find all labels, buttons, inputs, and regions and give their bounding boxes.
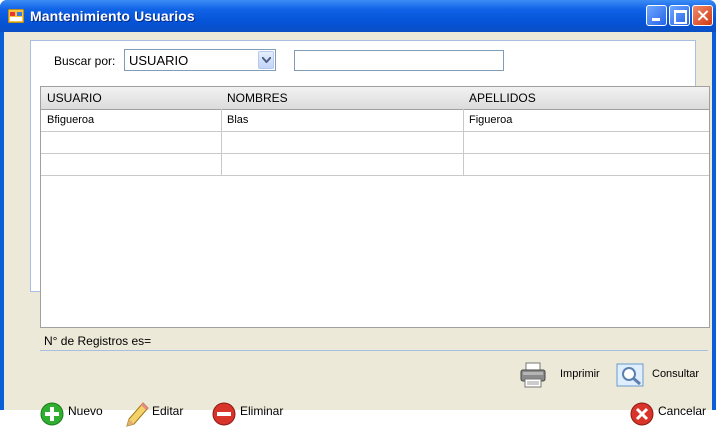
search-by-label: Buscar por: <box>54 54 116 68</box>
remove-icon[interactable] <box>212 402 236 426</box>
column-divider <box>221 109 222 176</box>
table-header: USUARIO NOMBRES APELLIDOS <box>41 87 709 110</box>
column-divider <box>463 109 464 176</box>
column-header-nombres[interactable]: NOMBRES <box>227 91 288 105</box>
title-bar[interactable]: Mantenimiento Usuarios <box>0 0 716 32</box>
minimize-icon[interactable] <box>646 5 667 26</box>
search-field-combo[interactable]: USUARIO <box>124 49 276 71</box>
close-icon[interactable] <box>692 5 713 26</box>
cell-apellidos: Figueroa <box>469 114 513 126</box>
print-button[interactable]: Imprimir <box>560 368 600 380</box>
record-count-label: N° de Registros es= <box>44 334 152 348</box>
table-row[interactable]: Bfigueroa Blas Figueroa <box>41 110 709 132</box>
cell-nombres: Blas <box>227 114 249 126</box>
app-window-icon <box>8 9 24 23</box>
combo-selected-value: USUARIO <box>129 53 189 68</box>
new-button[interactable]: Nuevo <box>68 404 103 418</box>
edit-button[interactable]: Editar <box>152 404 183 418</box>
table-row[interactable] <box>41 154 709 176</box>
main-window: Mantenimiento Usuarios Buscar por: USUAR… <box>0 0 716 427</box>
maximize-icon[interactable] <box>669 5 690 26</box>
users-table: USUARIO NOMBRES APELLIDOS Bfigueroa Blas… <box>40 86 710 328</box>
column-header-usuario[interactable]: USUARIO <box>47 91 102 105</box>
add-icon[interactable] <box>40 402 64 426</box>
printer-icon[interactable] <box>518 362 548 388</box>
search-input[interactable] <box>294 50 504 71</box>
column-header-apellidos[interactable]: APELLIDOS <box>469 91 536 105</box>
table-row[interactable] <box>41 132 709 154</box>
consult-button[interactable]: Consultar <box>652 368 699 380</box>
divider <box>40 350 708 351</box>
client-area: Buscar por: USUARIO USUARIO NOMBRES APEL… <box>4 32 712 427</box>
magnifier-icon[interactable] <box>616 362 646 388</box>
window-title: Mantenimiento Usuarios <box>30 8 195 24</box>
pencil-icon[interactable] <box>124 400 150 428</box>
chevron-down-icon[interactable] <box>258 51 274 69</box>
cancel-icon[interactable] <box>630 402 654 426</box>
cell-usuario: Bfigueroa <box>47 114 95 126</box>
delete-button[interactable]: Eliminar <box>240 404 283 418</box>
cancel-button[interactable]: Cancelar <box>658 404 706 418</box>
